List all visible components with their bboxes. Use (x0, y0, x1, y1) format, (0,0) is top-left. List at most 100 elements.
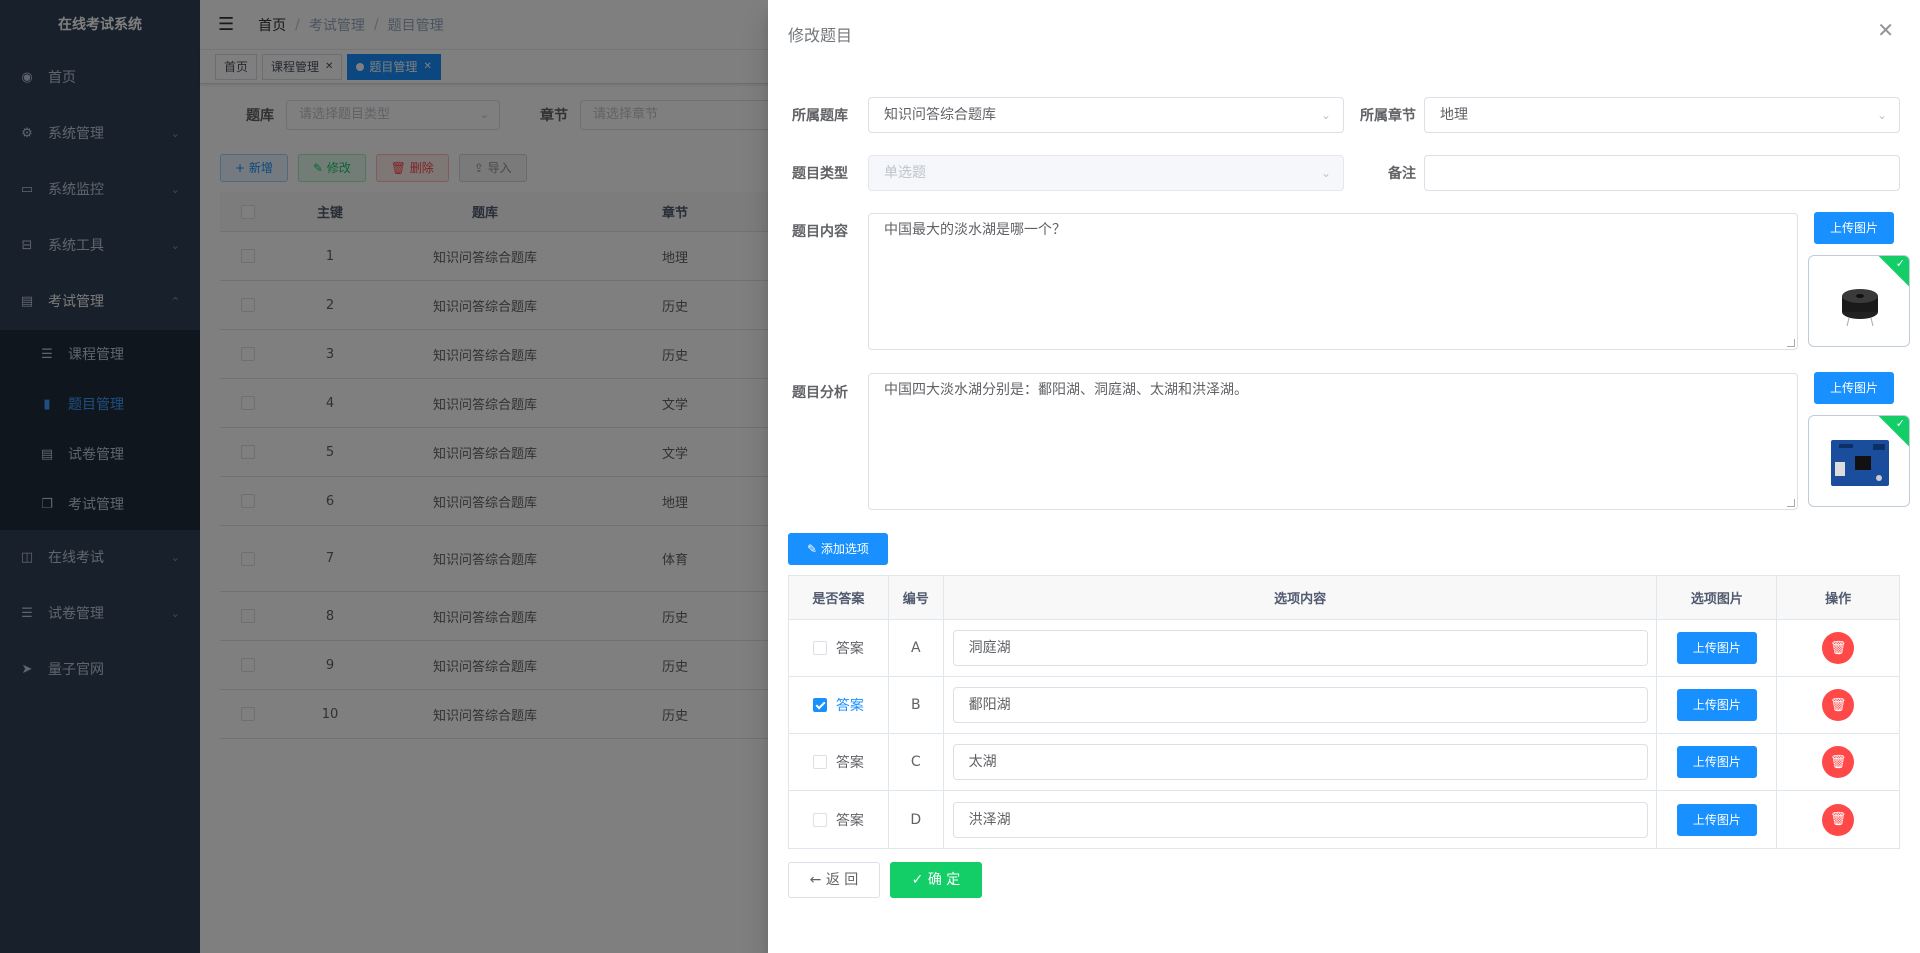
bank-label: 所属题库 (792, 108, 848, 124)
chevron-down-icon: ⌄ (1320, 108, 1331, 122)
option-action-cell: 🗑 (1777, 734, 1899, 790)
answer-checkbox[interactable]: 答案 (812, 810, 864, 830)
answer-cell: 答案 (789, 677, 889, 733)
answer-checkbox[interactable]: 答案 (812, 638, 864, 658)
analysis-image-thumbnail[interactable]: ✓ (1808, 415, 1910, 507)
option-row: 答案 B 鄱阳湖 上传图片 🗑 (789, 677, 1899, 734)
option-code: B (889, 677, 944, 733)
answer-cell: 答案 (789, 734, 889, 790)
answer-cell: 答案 (789, 791, 889, 848)
option-code: D (889, 791, 944, 848)
option-content-input[interactable]: 洪泽湖 (952, 801, 1648, 838)
checkbox[interactable] (812, 641, 827, 655)
add-option-label: 添加选项 (820, 542, 869, 556)
content-textarea[interactable]: 中国最大的淡水湖是哪一个？ (868, 213, 1798, 350)
option-content-cell: 鄱阳湖 (944, 677, 1658, 733)
option-content-input[interactable]: 太湖 (952, 744, 1648, 780)
app-root: 在线考试系统 ◉ 首页 ⚙ 系统管理 ⌄ ▭ 系统监控 ⌄ ⊟ 系统工具 ⌄ ▤… (0, 0, 1920, 953)
resize-handle-icon[interactable] (1787, 499, 1795, 507)
column-header: 是否答案 (789, 576, 889, 619)
options-table-header: 是否答案 编号 选项内容 选项图片 操作 (789, 576, 1899, 620)
trash-icon: 🗑 (1829, 754, 1847, 770)
chapter-select[interactable]: 地理 ⌄ (1424, 97, 1900, 133)
edit-question-drawer: 修改题目 ✕ 所属题库 知识问答综合题库 ⌄ 所属章节 地理 ⌄ 题目类型 单选… (768, 0, 1920, 953)
remark-label: 备注 (1388, 166, 1416, 182)
delete-option-button[interactable]: 🗑 (1822, 803, 1855, 836)
answer-cell: 答案 (789, 620, 889, 676)
column-header: 编号 (889, 576, 944, 619)
close-icon[interactable]: ✕ (1877, 18, 1894, 42)
edit-icon: ✎ (807, 542, 821, 556)
analysis-label: 题目分析 (792, 385, 848, 401)
check-icon: ✓ (1895, 417, 1905, 430)
answer-checkbox[interactable]: 答案 (812, 752, 864, 772)
trash-icon: 🗑 (1829, 640, 1847, 656)
type-select-value: 单选题 (884, 165, 926, 181)
option-row: 答案 A 洞庭湖 上传图片 🗑 (789, 620, 1899, 677)
upload-option-image-button[interactable]: 上传图片 (1676, 689, 1757, 721)
upload-option-image-button[interactable]: 上传图片 (1676, 632, 1757, 664)
trash-icon: 🗑 (1829, 697, 1847, 713)
option-image-cell: 上传图片 (1657, 677, 1778, 733)
option-content-input[interactable]: 鄱阳湖 (952, 687, 1648, 723)
option-content-cell: 洪泽湖 (944, 791, 1658, 848)
column-header: 选项内容 (944, 576, 1658, 619)
upload-option-image-button[interactable]: 上传图片 (1676, 746, 1757, 778)
arrow-left-icon: ← (809, 872, 826, 888)
confirm-label: 确 定 (927, 872, 961, 888)
option-action-cell: 🗑 (1777, 791, 1899, 848)
delete-option-button[interactable]: 🗑 (1822, 632, 1855, 664)
bank-select[interactable]: 知识问答综合题库 ⌄ (868, 97, 1344, 133)
answer-label: 答案 (835, 755, 864, 771)
answer-label: 答案 (835, 698, 864, 714)
back-button[interactable]: ← 返 回 (788, 862, 880, 898)
chapter-label: 所属章节 (1360, 108, 1416, 124)
option-image-cell: 上传图片 (1657, 791, 1778, 848)
checkbox[interactable] (812, 755, 827, 769)
option-content-input[interactable]: 洞庭湖 (952, 630, 1648, 666)
check-icon: ✓ (1895, 257, 1905, 270)
chevron-down-icon: ⌄ (1320, 166, 1331, 180)
content-label: 题目内容 (792, 224, 848, 240)
upload-option-image-button[interactable]: 上传图片 (1676, 803, 1757, 836)
option-image-cell: 上传图片 (1657, 620, 1778, 676)
answer-checkbox[interactable]: 答案 (812, 695, 864, 715)
bank-select-value: 知识问答综合题库 (884, 107, 996, 123)
confirm-button[interactable]: ✓ 确 定 (890, 862, 982, 898)
upload-content-image-button[interactable]: 上传图片 (1814, 212, 1894, 244)
option-content-cell: 洞庭湖 (944, 620, 1658, 676)
back-label: 返 回 (825, 872, 859, 888)
check-icon: ✓ (911, 872, 928, 888)
column-header: 选项图片 (1657, 576, 1778, 619)
type-select: 单选题 ⌄ (868, 155, 1344, 191)
trash-icon: 🗑 (1829, 812, 1847, 827)
delete-option-button[interactable]: 🗑 (1822, 689, 1855, 721)
type-label: 题目类型 (792, 166, 848, 182)
option-action-cell: 🗑 (1777, 677, 1899, 733)
option-row: 答案 D 洪泽湖 上传图片 🗑 (789, 791, 1899, 848)
option-image-cell: 上传图片 (1657, 734, 1778, 790)
answer-label: 答案 (835, 812, 864, 829)
checkbox-checked[interactable] (812, 698, 827, 712)
answer-label: 答案 (835, 641, 864, 657)
option-code: C (889, 734, 944, 790)
chapter-select-value: 地理 (1440, 107, 1468, 123)
upload-analysis-image-button[interactable]: 上传图片 (1814, 372, 1894, 404)
chevron-down-icon: ⌄ (1876, 108, 1887, 122)
option-code: A (889, 620, 944, 676)
remark-input[interactable] (1424, 155, 1900, 191)
options-table: 是否答案 编号 选项内容 选项图片 操作 答案 A 洞庭湖 上传图片 🗑 答案 … (788, 575, 1900, 849)
drawer-title: 修改题目 (788, 26, 853, 45)
analysis-text: 中国四大淡水湖分别是：鄱阳湖、洞庭湖、太湖和洪泽湖。 (884, 382, 1248, 398)
content-text: 中国最大的淡水湖是哪一个？ (884, 222, 1066, 238)
resize-handle-icon[interactable] (1787, 339, 1795, 347)
option-action-cell: 🗑 (1777, 620, 1899, 676)
delete-option-button[interactable]: 🗑 (1822, 746, 1855, 778)
option-row: 答案 C 太湖 上传图片 🗑 (789, 734, 1899, 791)
analysis-textarea[interactable]: 中国四大淡水湖分别是：鄱阳湖、洞庭湖、太湖和洪泽湖。 (868, 373, 1798, 510)
add-option-button[interactable]: ✎ 添加选项 (788, 533, 888, 565)
option-content-cell: 太湖 (944, 734, 1658, 790)
content-image-thumbnail[interactable]: ✓ (1808, 255, 1910, 347)
checkbox[interactable] (812, 812, 827, 827)
column-header: 操作 (1825, 592, 1852, 607)
